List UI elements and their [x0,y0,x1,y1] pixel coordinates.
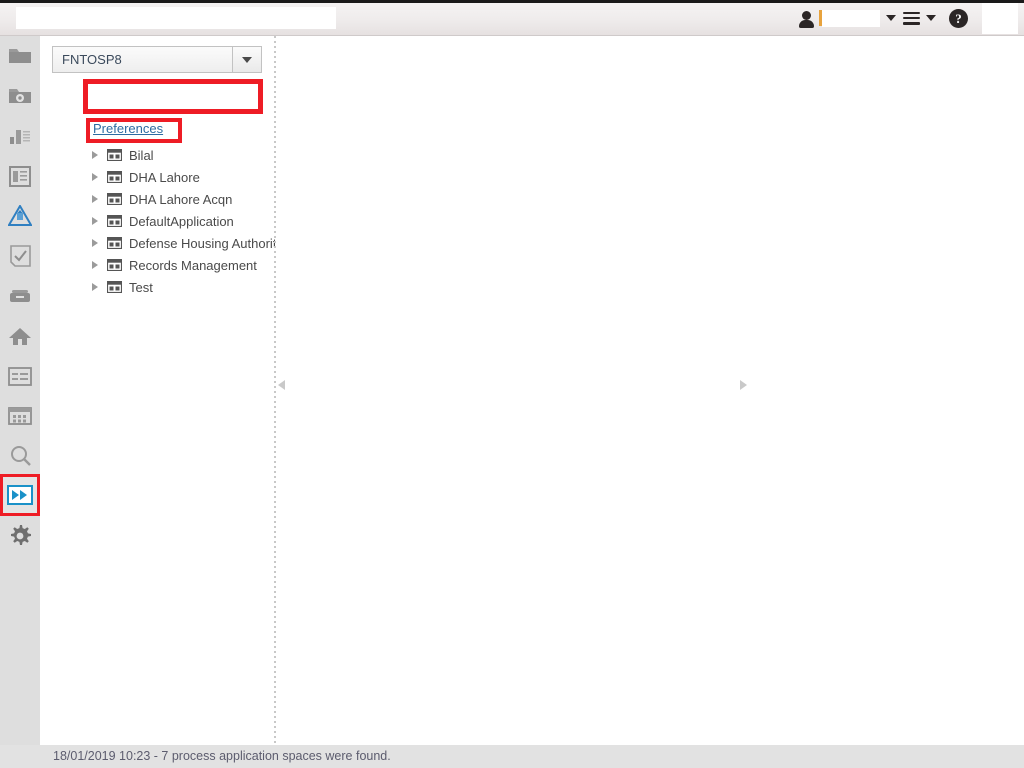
gear-icon [8,524,32,548]
user-field-group [819,9,880,27]
application-space-icon [107,193,122,205]
expand-triangle-icon[interactable] [92,239,98,247]
tree-item-label: Test [129,279,153,295]
object-store-combo-value[interactable]: FNTOSP8 [52,46,232,73]
application-space-tree: Bilal DHA Lahore DHA Lahore Acqn Default… [40,144,283,298]
checklist-icon [9,245,31,267]
tree-item-label: Defense Housing Authority [129,235,283,251]
tree-item[interactable]: Records Management [40,254,274,276]
rail-item-home[interactable] [0,316,40,356]
top-header-bar: ? [0,0,1024,36]
expand-triangle-icon[interactable] [92,261,98,269]
chevron-down-icon [242,56,252,63]
rail-item-folder-settings[interactable] [0,76,40,116]
application-space-icon [107,149,122,161]
left-navigation-panel: FNTOSP8 Preferences Bilal DHA Lahore DHA… [40,36,283,745]
search-input[interactable] [16,7,336,29]
rail-item-folder[interactable] [0,36,40,76]
person-icon [797,7,817,29]
application-space-icon [107,237,122,249]
status-bar-message: 18/01/2019 10:23 - 7 process application… [53,749,391,763]
tree-item[interactable]: Defense Housing Authority [40,232,283,254]
application-space-icon [107,281,122,293]
tree-item[interactable]: Bilal [40,144,274,166]
application-window: ? FNTOSP8 Preferences Bilal DHA Lahore D… [0,0,1024,768]
tree-item-label: Records Management [129,257,257,273]
home-icon [8,326,32,347]
object-store-combo[interactable]: FNTOSP8 [52,46,262,73]
header-right-controls: ? [797,0,1024,36]
application-space-icon [107,215,122,227]
user-name-input[interactable] [822,9,880,27]
help-question-icon[interactable]: ? [949,8,968,28]
user-dropdown-chevron-down-icon[interactable] [886,15,896,21]
tree-item[interactable]: DHA Lahore [40,166,274,188]
tree-item-label: Bilal [129,147,154,163]
expand-triangle-icon[interactable] [92,283,98,291]
rail-item-calendar[interactable] [0,396,40,436]
inbox-tray-icon [8,287,32,305]
tree-item[interactable]: DHA Lahore Acqn [40,188,274,210]
expand-triangle-icon[interactable] [92,151,98,159]
recycle-bin-icon [8,205,32,227]
expand-triangle-icon[interactable] [92,173,98,181]
splitter-expand-triangle-right-icon[interactable] [740,380,747,390]
rail-item-settings[interactable] [0,516,40,556]
tree-item[interactable]: Test [40,276,274,298]
rail-item-reports[interactable] [0,116,40,156]
form-card-icon [8,366,32,386]
rail-item-recycle-bin[interactable] [0,196,40,236]
folder-settings-icon [8,86,32,106]
header-end-panel [982,2,1018,34]
menu-chevron-down-icon[interactable] [926,15,936,21]
tree-item-label: DefaultApplication [129,213,234,229]
tree-item-label: DHA Lahore [129,169,200,185]
rail-item-inbox[interactable] [0,276,40,316]
left-icon-rail [0,36,40,745]
application-space-icon [107,171,122,183]
rail-item-forms[interactable] [0,356,40,396]
calendar-grid-icon [8,406,32,426]
tree-item[interactable]: DefaultApplication [40,210,274,232]
bar-chart-icon [8,126,32,146]
main-content-area [276,36,1024,745]
hamburger-menu-icon[interactable] [903,11,920,25]
rail-item-layout[interactable] [0,156,40,196]
rail-item-tasks[interactable] [0,236,40,276]
expand-triangle-icon[interactable] [92,195,98,203]
rail-item-search[interactable] [0,436,40,476]
status-bar: 18/01/2019 10:23 - 7 process application… [0,745,1024,768]
application-space-icon [107,259,122,271]
folder-icon [8,46,32,66]
document-layout-icon [9,165,31,187]
splitter-collapse-triangle-left-icon[interactable] [278,380,285,390]
fast-forward-icon [7,484,33,506]
expand-triangle-icon[interactable] [92,217,98,225]
panel-splitter[interactable] [274,36,276,745]
combo-annotation-box [83,79,263,114]
rail-item-process-applications[interactable] [0,474,40,516]
tree-item-label: DHA Lahore Acqn [129,191,233,207]
preferences-link[interactable]: Preferences [93,121,163,136]
object-store-combo-button[interactable] [232,46,262,73]
search-magnifier-icon [9,445,32,468]
